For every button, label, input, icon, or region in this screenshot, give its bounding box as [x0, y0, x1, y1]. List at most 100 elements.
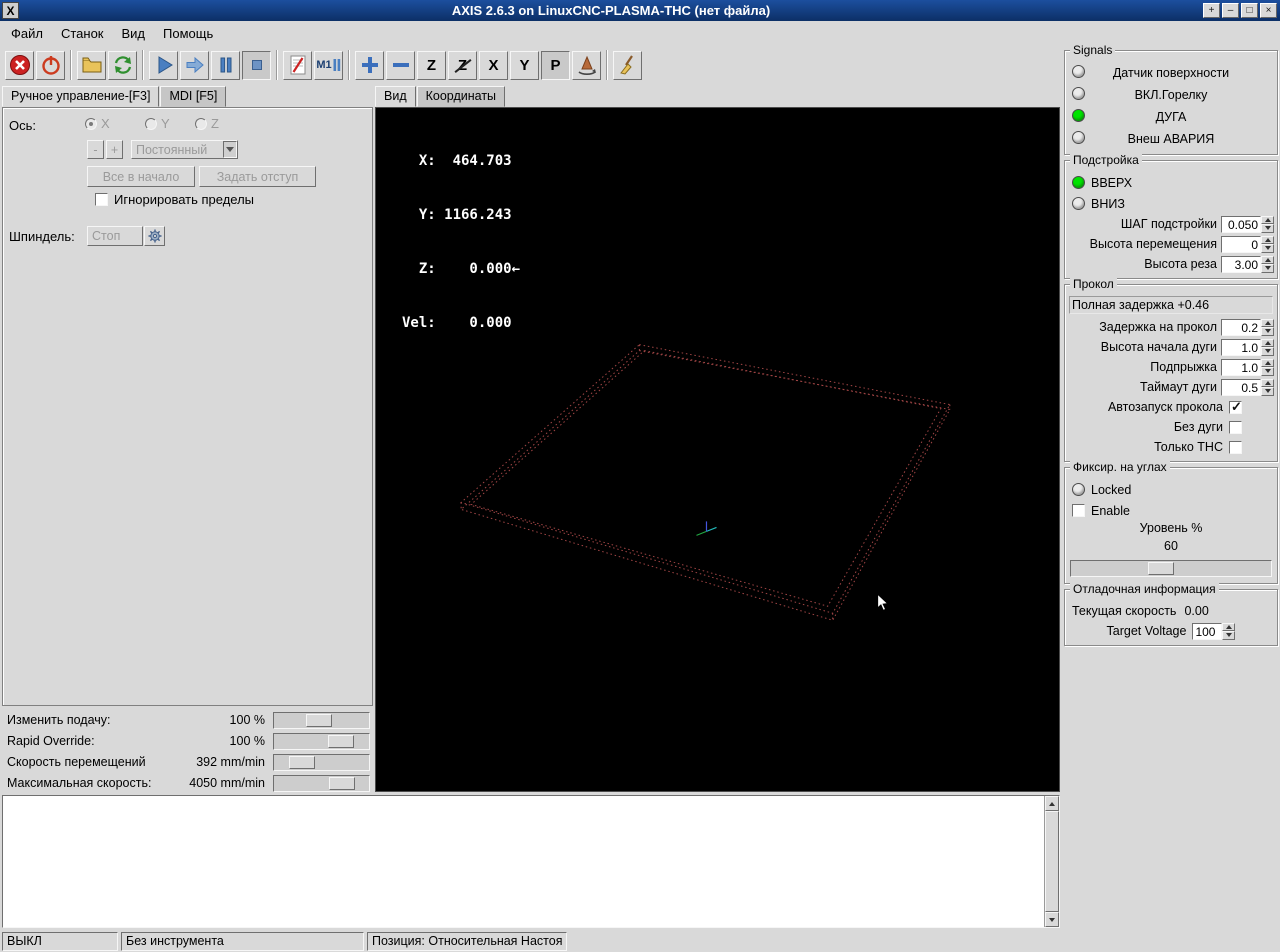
spin-down-icon[interactable] [1261, 327, 1274, 336]
pierce-delay-spinner[interactable]: 0.2 [1221, 319, 1274, 336]
tab-preview[interactable]: Вид [375, 86, 416, 107]
spin-up-icon[interactable] [1261, 379, 1274, 388]
spindle-mode-combobox[interactable]: Стоп [87, 226, 143, 246]
slider-handle[interactable] [306, 714, 332, 727]
maximize-button[interactable]: □ [1241, 3, 1258, 18]
axis-radio-y[interactable]: Y [145, 116, 170, 131]
thc-step-value[interactable]: 0.050 [1221, 216, 1261, 233]
max-velocity-slider[interactable] [273, 775, 370, 792]
no-arc-row[interactable]: Без дуги [1068, 417, 1274, 437]
preview-canvas[interactable]: X: 464.703 Y: 1166.243 Z: 0.000← Vel: 0.… [375, 107, 1060, 792]
scrollbar-thumb[interactable] [1045, 811, 1059, 912]
thc-only-row[interactable]: Только THC [1068, 437, 1274, 457]
level-slider[interactable] [1070, 560, 1272, 577]
pin-window-button[interactable]: + [1203, 3, 1220, 18]
axis-radio-z[interactable]: Z [195, 116, 219, 131]
ignore-limits-checkbox[interactable]: Игнорировать пределы [95, 192, 254, 207]
spin-up-icon[interactable] [1261, 256, 1274, 265]
rapid-override-slider[interactable] [273, 733, 370, 750]
thc-step-spinner[interactable]: 0.050 [1221, 216, 1274, 233]
run-program-button[interactable] [149, 51, 178, 80]
history-scrollbar[interactable] [1044, 796, 1059, 927]
tab-mdi[interactable]: MDI [F5] [160, 86, 226, 107]
rotate-view-button[interactable] [572, 51, 601, 80]
enable-checkbox[interactable] [1072, 504, 1085, 517]
arc-start-height-value[interactable]: 1.0 [1221, 339, 1261, 356]
arc-start-height-spinner[interactable]: 1.0 [1221, 339, 1274, 356]
jump-height-spinner[interactable]: 1.0 [1221, 359, 1274, 376]
menu-view[interactable]: Вид [113, 23, 155, 44]
spin-up-icon[interactable] [1261, 339, 1274, 348]
slider-handle[interactable] [328, 735, 354, 748]
slider-handle[interactable] [289, 756, 315, 769]
spin-up-icon[interactable] [1261, 216, 1274, 225]
tab-manual-control[interactable]: Ручное управление-[F3] [2, 86, 159, 107]
pause-button[interactable] [211, 51, 240, 80]
auto-pierce-checkbox[interactable] [1229, 401, 1242, 414]
slider-handle[interactable] [329, 777, 355, 790]
spin-down-icon[interactable] [1261, 387, 1274, 396]
no-arc-checkbox[interactable] [1229, 421, 1242, 434]
cut-height-value[interactable]: 3.00 [1221, 256, 1261, 273]
spin-down-icon[interactable] [1222, 631, 1235, 640]
spin-up-icon[interactable] [1261, 319, 1274, 328]
zoom-out-button[interactable] [386, 51, 415, 80]
view-perspective-button[interactable]: P [541, 51, 570, 80]
spin-down-icon[interactable] [1261, 244, 1274, 253]
view-front-button[interactable]: Y [510, 51, 539, 80]
cut-height-spinner[interactable]: 3.00 [1221, 256, 1274, 273]
tab-dro[interactable]: Координаты [417, 86, 505, 107]
thc-only-checkbox[interactable] [1229, 441, 1242, 454]
mdi-history-textarea[interactable] [2, 795, 1060, 928]
spin-down-icon[interactable] [1261, 224, 1274, 233]
jog-speed-combobox[interactable]: Постоянный [131, 140, 238, 159]
touch-off-button[interactable]: Задать отступ [199, 166, 316, 187]
close-button[interactable]: × [1260, 3, 1277, 18]
spin-down-icon[interactable] [1261, 367, 1274, 376]
optional-pause-button[interactable]: M1 [314, 51, 343, 80]
view-rotated-top-button[interactable]: Z [448, 51, 477, 80]
enable-row[interactable]: Enable [1068, 500, 1274, 521]
menu-help[interactable]: Помощь [154, 23, 222, 44]
jog-minus-button[interactable]: - [87, 140, 104, 159]
spin-down-icon[interactable] [1261, 264, 1274, 273]
thc-up-led-icon [1072, 176, 1085, 189]
step-button[interactable] [180, 51, 209, 80]
cut-height-row: Высота реза 3.00 [1068, 254, 1274, 274]
view-side-button[interactable]: X [479, 51, 508, 80]
travel-height-value[interactable]: 0 [1221, 236, 1261, 253]
scroll-down-icon[interactable] [1045, 912, 1059, 927]
pierce-delay-value[interactable]: 0.2 [1221, 319, 1261, 336]
spindle-brake-button[interactable] [144, 226, 165, 246]
auto-pierce-row[interactable]: Автозапуск прокола [1068, 397, 1274, 417]
spin-up-icon[interactable] [1222, 623, 1235, 632]
view-top-button[interactable]: Z [417, 51, 446, 80]
menu-file[interactable]: Файл [2, 23, 52, 44]
open-file-button[interactable] [77, 51, 106, 80]
target-voltage-value[interactable]: 100 [1192, 623, 1222, 640]
arc-timeout-value[interactable]: 0.5 [1221, 379, 1261, 396]
jump-height-value[interactable]: 1.0 [1221, 359, 1261, 376]
home-all-button[interactable]: Все в начало [87, 166, 195, 187]
slider-handle[interactable] [1148, 562, 1174, 575]
spin-down-icon[interactable] [1261, 347, 1274, 356]
target-voltage-spinner[interactable]: 100 [1192, 623, 1235, 640]
stop-button[interactable] [242, 51, 271, 80]
axis-radio-x[interactable]: X [85, 116, 110, 131]
feed-override-slider[interactable] [273, 712, 370, 729]
machine-power-button[interactable] [36, 51, 65, 80]
jog-speed-slider[interactable] [273, 754, 370, 771]
zoom-in-button[interactable] [355, 51, 384, 80]
reload-file-button[interactable] [108, 51, 137, 80]
spin-up-icon[interactable] [1261, 359, 1274, 368]
spin-up-icon[interactable] [1261, 236, 1274, 245]
menu-machine[interactable]: Станок [52, 23, 113, 44]
jog-plus-button[interactable]: + [106, 140, 123, 159]
skip-lines-button[interactable] [283, 51, 312, 80]
arc-timeout-spinner[interactable]: 0.5 [1221, 379, 1274, 396]
minimize-button[interactable]: – [1222, 3, 1239, 18]
clear-plot-button[interactable] [613, 51, 642, 80]
travel-height-spinner[interactable]: 0 [1221, 236, 1274, 253]
estop-button[interactable] [5, 51, 34, 80]
scroll-up-icon[interactable] [1045, 796, 1059, 811]
